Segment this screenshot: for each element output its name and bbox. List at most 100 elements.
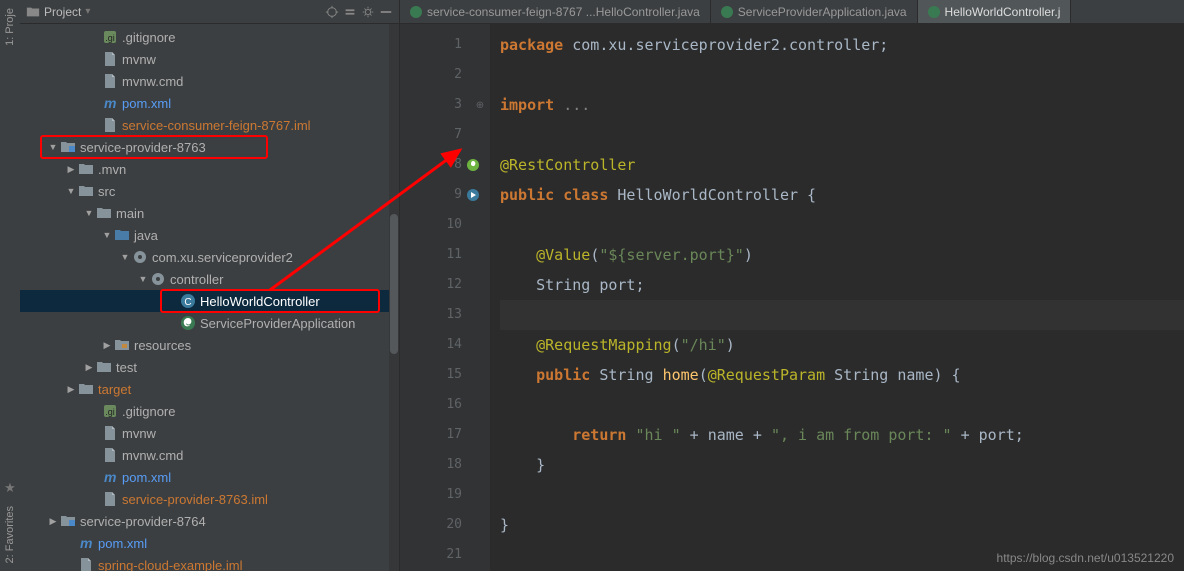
tree-item[interactable]: ▶mpom.xml [20, 532, 399, 554]
rail-favorites[interactable]: 2: Favorites [4, 502, 16, 567]
tree-item[interactable]: ▶target [20, 378, 399, 400]
rail-project[interactable]: 1: Proje [4, 4, 16, 50]
expand-arrow-icon[interactable]: ▶ [84, 362, 94, 373]
editor-body: 123789101112131415161718192021 ⊕ package… [400, 24, 1184, 571]
editor-tab[interactable]: ServiceProviderApplication.java [711, 0, 918, 23]
tree-item-label: .gitignore [122, 404, 175, 419]
expand-arrow-icon[interactable]: ▼ [102, 230, 112, 240]
tree-item-label: com.xu.serviceprovider2 [152, 250, 293, 265]
code-line[interactable]: } [500, 450, 1184, 480]
folder-icon [26, 5, 40, 19]
tree-item-label: mvnw [122, 52, 156, 67]
crosshair-icon[interactable] [325, 5, 339, 19]
code-line[interactable]: return "hi " + name + ", i am from port:… [500, 420, 1184, 450]
code-line[interactable]: String port; [500, 270, 1184, 300]
tree-item[interactable]: ▶ .mvn [20, 158, 399, 180]
spring-bean-icon[interactable] [466, 158, 480, 172]
tree-item[interactable]: ▶service-provider-8763.iml [20, 488, 399, 510]
gear-icon[interactable] [361, 5, 375, 19]
tree-item-label: src [98, 184, 115, 199]
tree-item-label: service-provider-8763.iml [122, 492, 268, 507]
editor-tabs: service-consumer-feign-8767 ...HelloCont… [400, 0, 1184, 24]
sidebar-title: Project [44, 5, 81, 19]
tree-item[interactable]: ▼ com.xu.serviceprovider2 [20, 246, 399, 268]
tree-item[interactable]: ▼main [20, 202, 399, 224]
collapse-icon[interactable] [343, 5, 357, 19]
file-icon [102, 491, 118, 507]
expand-arrow-icon[interactable]: ▶ [48, 516, 58, 527]
fold-gutter[interactable]: ⊕ [470, 24, 490, 571]
svg-text:.gi: .gi [105, 33, 115, 43]
tree-item[interactable]: ▶.gi.gitignore [20, 400, 399, 422]
code-line[interactable]: @Value("${server.port}") [500, 240, 1184, 270]
file-icon [102, 447, 118, 463]
code-line[interactable]: @RestController [500, 150, 1184, 180]
git-icon: .gi [102, 29, 118, 45]
code-line[interactable]: package com.xu.serviceprovider2.controll… [500, 30, 1184, 60]
expand-arrow-icon[interactable]: ▶ [102, 340, 112, 351]
code-line[interactable] [500, 390, 1184, 420]
tree-item[interactable]: ▶mvnw [20, 422, 399, 444]
tree-item[interactable]: ▼controller [20, 268, 399, 290]
tree-item[interactable]: ▶mpom.xml [20, 92, 399, 114]
folder-icon [78, 183, 94, 199]
tree-item-label: pom.xml [122, 96, 171, 111]
editor-tab[interactable]: HelloWorldController.j [918, 0, 1072, 23]
file-icon [78, 557, 94, 571]
project-tree[interactable]: ▶.gi.gitignore▶mvnw▶mvnw.cmd▶mpom.xml▶se… [20, 24, 399, 571]
expand-arrow-icon[interactable]: ▶ [66, 384, 76, 395]
star-icon: ★ [4, 480, 16, 496]
expand-arrow-icon[interactable]: ▼ [138, 274, 148, 284]
editor-tab[interactable]: service-consumer-feign-8767 ...HelloCont… [400, 0, 711, 23]
expand-arrow-icon[interactable]: ▶ [66, 164, 76, 175]
spring-run-icon[interactable] [466, 188, 480, 202]
tree-item[interactable]: ▶.gi.gitignore [20, 26, 399, 48]
expand-arrow-icon[interactable]: ▼ [120, 252, 130, 262]
tree-item[interactable]: ▶service-provider-8764 [20, 510, 399, 532]
tree-item[interactable]: ▶CHelloWorldController [20, 290, 399, 312]
code-line[interactable]: import ... [500, 90, 1184, 120]
tool-window-rail: 1: Proje ★ 2: Favorites [0, 0, 20, 571]
tree-item-label: pom.xml [98, 536, 147, 551]
tree-item-label: .mvn [98, 162, 126, 177]
code-line[interactable]: } [500, 510, 1184, 540]
tree-item[interactable]: ▶service-consumer-feign-8767.iml [20, 114, 399, 136]
tree-item[interactable]: ▶mvnw [20, 48, 399, 70]
svg-text:m: m [80, 535, 92, 551]
code-line[interactable] [500, 120, 1184, 150]
line-gutter[interactable]: 123789101112131415161718192021 [400, 24, 470, 571]
code-line[interactable] [500, 210, 1184, 240]
tree-item-label: resources [134, 338, 191, 353]
tab-label: ServiceProviderApplication.java [738, 5, 907, 19]
tree-item[interactable]: ▶test [20, 356, 399, 378]
tree-item[interactable]: ▶mpom.xml [20, 466, 399, 488]
module-icon [60, 513, 76, 529]
tree-scrollbar[interactable] [389, 24, 399, 571]
tree-item-label: mvnw.cmd [122, 448, 183, 463]
expand-arrow-icon[interactable]: ▼ [84, 208, 94, 218]
tree-item[interactable]: ▶mvnw.cmd [20, 70, 399, 92]
resfolder-icon [114, 337, 130, 353]
tree-item[interactable]: ▼service-provider-8763 [20, 136, 399, 158]
expand-arrow-icon[interactable]: ▼ [48, 142, 58, 152]
folder-icon [96, 205, 112, 221]
code-editor[interactable]: package com.xu.serviceprovider2.controll… [490, 24, 1184, 571]
file-icon [102, 51, 118, 67]
code-line[interactable]: public String home(@RequestParam String … [500, 360, 1184, 390]
code-line[interactable]: public class HelloWorldController { [500, 180, 1184, 210]
code-line[interactable] [500, 480, 1184, 510]
code-line[interactable] [500, 300, 1184, 330]
tree-item[interactable]: ▶mvnw.cmd [20, 444, 399, 466]
expand-arrow-icon[interactable]: ▼ [66, 186, 76, 196]
code-line[interactable]: @RequestMapping("/hi") [500, 330, 1184, 360]
project-sidebar: Project ▾ ▶.gi.gitignore▶mvnw▶mvnw.cmd▶m… [20, 0, 400, 571]
code-line[interactable] [500, 60, 1184, 90]
tree-item[interactable]: ▶ resources [20, 334, 399, 356]
tree-item-label: mvnw [122, 426, 156, 441]
tree-item[interactable]: ▶spring-cloud-example.iml [20, 554, 399, 571]
tree-item[interactable]: ▶ServiceProviderApplication [20, 312, 399, 334]
tree-item[interactable]: ▼ src [20, 180, 399, 202]
tree-item[interactable]: ▼java [20, 224, 399, 246]
file-icon [102, 425, 118, 441]
hide-icon[interactable] [379, 5, 393, 19]
